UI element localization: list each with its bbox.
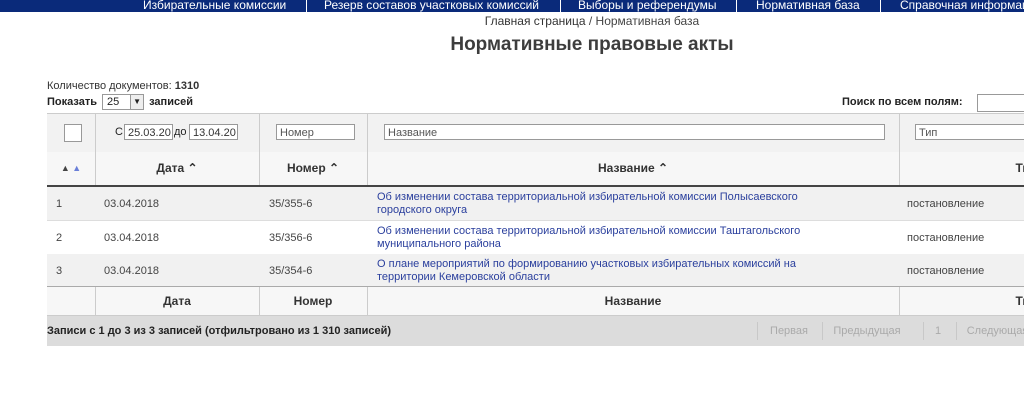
number-cell: 35/354-6 (269, 264, 313, 277)
nav-separator (306, 0, 307, 12)
name-filter-input[interactable]: Название (384, 124, 885, 140)
row-number-cell: 3 (56, 264, 63, 277)
sort-asc-active-icon: ▲ (72, 163, 82, 173)
row-number-sort-header[interactable]: ▲ ▲ (47, 152, 95, 185)
nav-item-commissions[interactable]: Избирательные комиссии (143, 0, 286, 12)
column-divider (367, 114, 368, 152)
type-cell: постановление (907, 231, 985, 244)
breadcrumb-home[interactable]: Главная страница (485, 14, 586, 28)
number-cell: 35/356-6 (269, 231, 313, 244)
table-row: 3 03.04.2018 35/354-6 О плане мероприяти… (47, 254, 1024, 288)
number-column-footer: Номер (293, 294, 333, 308)
document-title-link[interactable]: Об изменении состава территориальной изб… (377, 221, 837, 254)
table-row: 1 03.04.2018 35/355-6 Об изменении соста… (47, 187, 1024, 221)
nav-separator (880, 0, 881, 12)
search-input[interactable] (977, 94, 1024, 112)
first-page-button[interactable]: Первая (757, 322, 820, 340)
document-count-value: 1310 (174, 80, 200, 92)
type-filter-input[interactable]: Тип (915, 124, 1024, 140)
page-length-value: 25 (107, 96, 120, 108)
page-length-control: Показать 25 ▼ записей (47, 94, 193, 110)
records-info: Записи с 1 до 3 из 3 записей (отфильтров… (47, 325, 392, 337)
table-footer-row: Дата Номер Название Тип (47, 286, 1024, 315)
date-column-footer: Дата (163, 294, 191, 308)
table-row: 2 03.04.2018 35/356-6 Об изменении соста… (47, 221, 1024, 255)
nav-item-reserve[interactable]: Резерв составов участковых комиссий (324, 0, 539, 12)
chevron-down-icon: ▼ (130, 95, 144, 109)
select-all-checkbox[interactable] (64, 124, 82, 142)
document-title-link[interactable]: Об изменении состава территориальной изб… (377, 187, 837, 220)
table-header-row: ▲ ▲ Дата ⌃ Номер ⌃ Название ⌃ Тип (47, 152, 1024, 187)
name-column-header[interactable]: Название ⌃ (367, 152, 899, 185)
column-divider (259, 114, 260, 152)
page-length-label-before: Показать (47, 95, 97, 108)
column-divider (899, 114, 900, 152)
nav-item-elections[interactable]: Выборы и референдумы (578, 0, 716, 12)
top-navigation: Избирательные комиссии Резерв составов у… (0, 0, 1024, 12)
name-column-footer: Название (604, 294, 662, 308)
date-from-input[interactable]: 25.03.20 (124, 124, 173, 140)
document-title-link[interactable]: О плане мероприятий по формированию учас… (377, 254, 837, 287)
type-cell: постановление (907, 197, 985, 210)
nav-separator (736, 0, 737, 12)
number-filter-input[interactable]: Номер (276, 124, 355, 140)
date-from-label: С (115, 126, 123, 138)
filter-row: С 25.03.20 до 13.04.20 Номер Название Ти… (47, 113, 1024, 153)
breadcrumb-separator: / (588, 14, 593, 28)
date-to-input[interactable]: 13.04.20 (189, 124, 238, 140)
breadcrumb-current: Нормативная база (595, 14, 700, 28)
date-cell: 03.04.2018 (104, 264, 160, 277)
date-cell: 03.04.2018 (104, 231, 160, 244)
nav-separator (560, 0, 561, 12)
document-count: Количество документов: 1310 (47, 80, 199, 92)
type-column-header[interactable]: Тип (899, 152, 1024, 185)
number-cell: 35/355-6 (269, 197, 313, 210)
document-count-label: Количество документов: (47, 80, 172, 92)
next-page-button[interactable]: Следующая (956, 322, 1024, 340)
date-to-label: до (174, 126, 187, 138)
nav-item-reference[interactable]: Справочная информация (900, 0, 1024, 12)
row-number-cell: 2 (56, 231, 63, 244)
documents-table: С 25.03.20 до 13.04.20 Номер Название Ти… (47, 113, 1024, 346)
breadcrumb: Главная страница / Нормативная база (0, 14, 1024, 28)
page-1-button[interactable]: 1 (923, 322, 952, 340)
nav-item-normative-base[interactable]: Нормативная база (756, 0, 860, 12)
date-cell: 03.04.2018 (104, 197, 160, 210)
search-label: Поиск по всем полям: (842, 96, 963, 108)
number-column-header[interactable]: Номер ⌃ (259, 152, 367, 185)
row-number-cell: 1 (56, 197, 63, 210)
page-length-select[interactable]: 25 ▼ (102, 94, 145, 110)
type-cell: постановление (907, 264, 985, 277)
date-column-header[interactable]: Дата ⌃ (95, 152, 259, 185)
table-info-bar: Записи с 1 до 3 из 3 записей (отфильтров… (47, 315, 1024, 346)
column-divider (95, 114, 96, 152)
page-length-label-after: записей (149, 95, 193, 108)
previous-page-button[interactable]: Предыдущая (822, 322, 911, 340)
type-column-footer: Тип (1015, 294, 1024, 308)
sort-asc-icon: ▲ (60, 163, 70, 173)
page-title: Нормативные правовые акты (450, 34, 734, 55)
